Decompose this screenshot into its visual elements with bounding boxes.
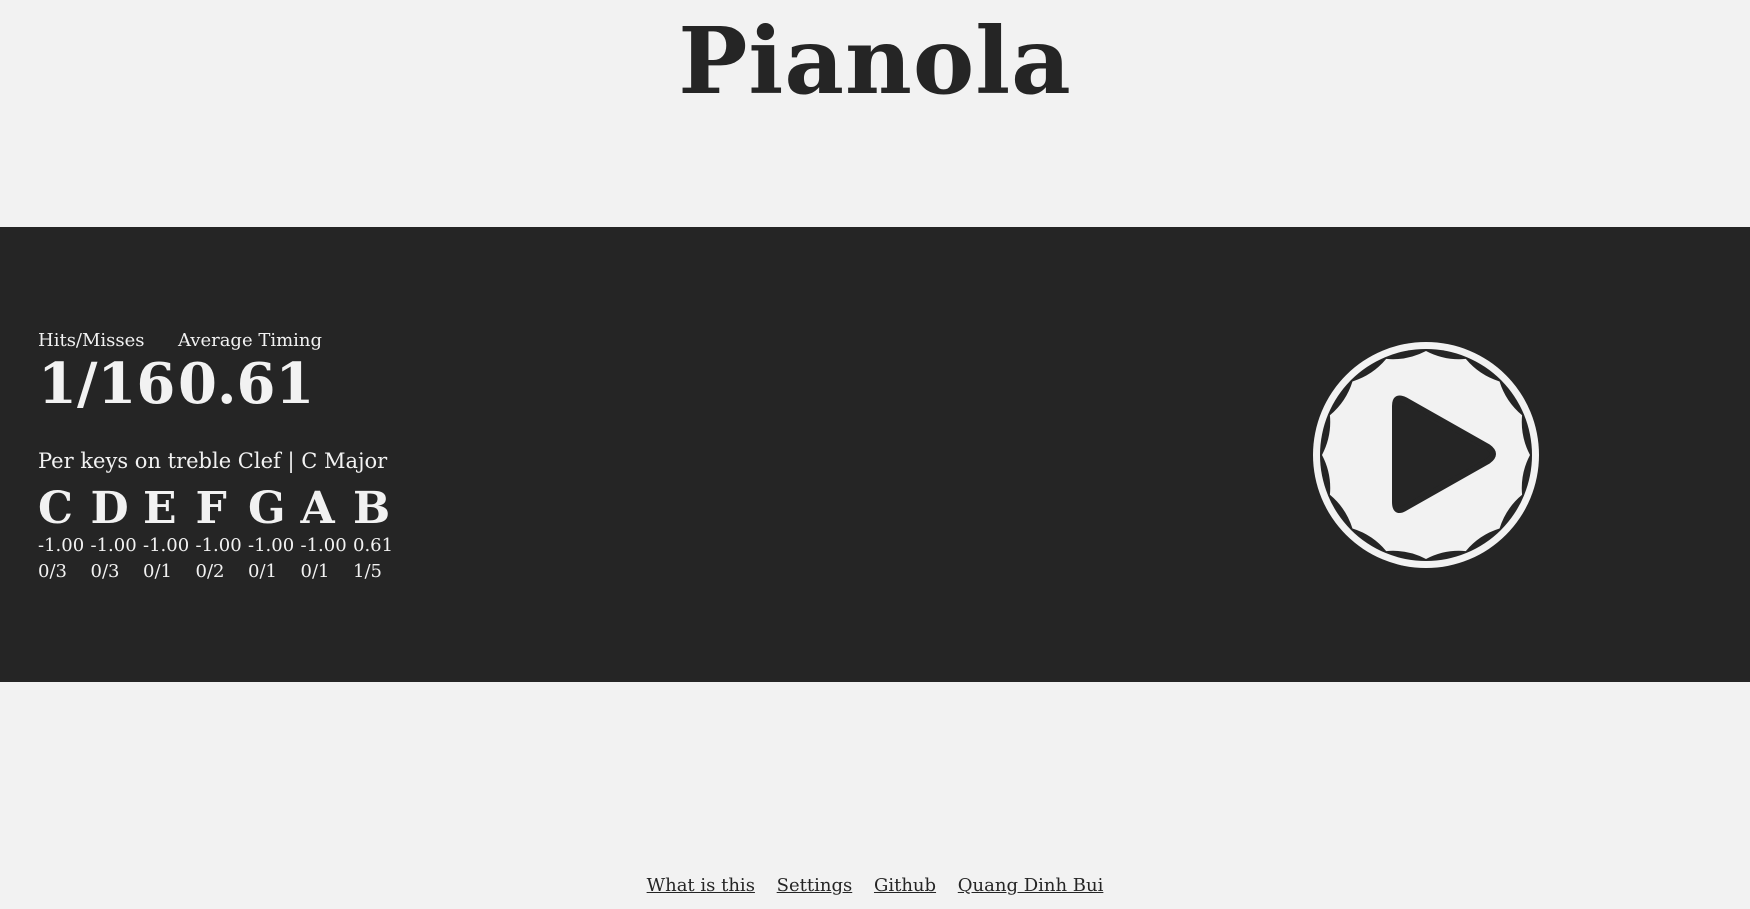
key-stat-a: A -1.00 0/1 xyxy=(301,485,354,585)
key-note: G xyxy=(248,483,286,534)
key-stat-c: C -1.00 0/3 xyxy=(38,485,91,585)
key-stat-f: F -1.00 0/2 xyxy=(196,485,249,585)
key-note: B xyxy=(353,483,391,534)
key-note: A xyxy=(300,483,335,534)
key-hits: 0/1 xyxy=(143,561,172,582)
key-hits: 0/2 xyxy=(195,561,225,582)
key-timing: -1.00 xyxy=(195,535,242,556)
key-stat-g: G -1.00 0/1 xyxy=(248,485,301,585)
average-timing-stat: Average Timing 0.61 xyxy=(178,330,322,414)
average-timing-label: Average Timing xyxy=(178,330,323,351)
per-key-stats: C -1.00 0/3 D -1.00 0/3 E -1.00 0/1 F -1… xyxy=(38,485,406,585)
key-hits: 0/3 xyxy=(90,561,120,582)
key-note: D xyxy=(90,483,129,534)
footer-links: What is this Settings Github Quang Dinh … xyxy=(0,875,1750,896)
key-hits: 1/5 xyxy=(353,561,382,582)
key-stat-d: D -1.00 0/3 xyxy=(91,485,144,585)
settings-link[interactable]: Settings xyxy=(777,875,853,896)
hits-misses-value: 1/16 xyxy=(38,351,176,417)
play-icon xyxy=(1313,342,1539,568)
per-keys-heading: Per keys on treble Clef | C Major xyxy=(38,449,388,473)
github-link[interactable]: Github xyxy=(874,875,936,896)
stats-panel: Hits/Misses 1/16 Average Timing 0.61 Per… xyxy=(0,227,1750,682)
key-hits: 0/1 xyxy=(248,561,277,582)
author-link[interactable]: Quang Dinh Bui xyxy=(958,875,1104,896)
hits-misses-label: Hits/Misses xyxy=(38,330,145,351)
average-timing-value: 0.61 xyxy=(178,351,315,417)
what-is-this-link[interactable]: What is this xyxy=(647,875,755,896)
play-button[interactable] xyxy=(1311,340,1541,570)
hits-misses-stat: Hits/Misses 1/16 xyxy=(38,330,175,414)
page-title: Pianola xyxy=(678,7,1072,115)
key-stat-b: B 0.61 1/5 xyxy=(353,485,406,585)
key-note: F xyxy=(195,483,227,534)
key-timing: -1.00 xyxy=(143,535,190,556)
key-timing: -1.00 xyxy=(90,535,137,556)
key-hits: 0/1 xyxy=(300,561,330,582)
key-note: C xyxy=(38,483,74,534)
key-timing: 0.61 xyxy=(353,535,394,556)
key-hits: 0/3 xyxy=(38,561,67,582)
key-timing: -1.00 xyxy=(248,535,295,556)
key-timing: -1.00 xyxy=(38,535,85,556)
key-timing: -1.00 xyxy=(300,535,347,556)
key-note: E xyxy=(143,483,177,534)
key-stat-e: E -1.00 0/1 xyxy=(143,485,196,585)
